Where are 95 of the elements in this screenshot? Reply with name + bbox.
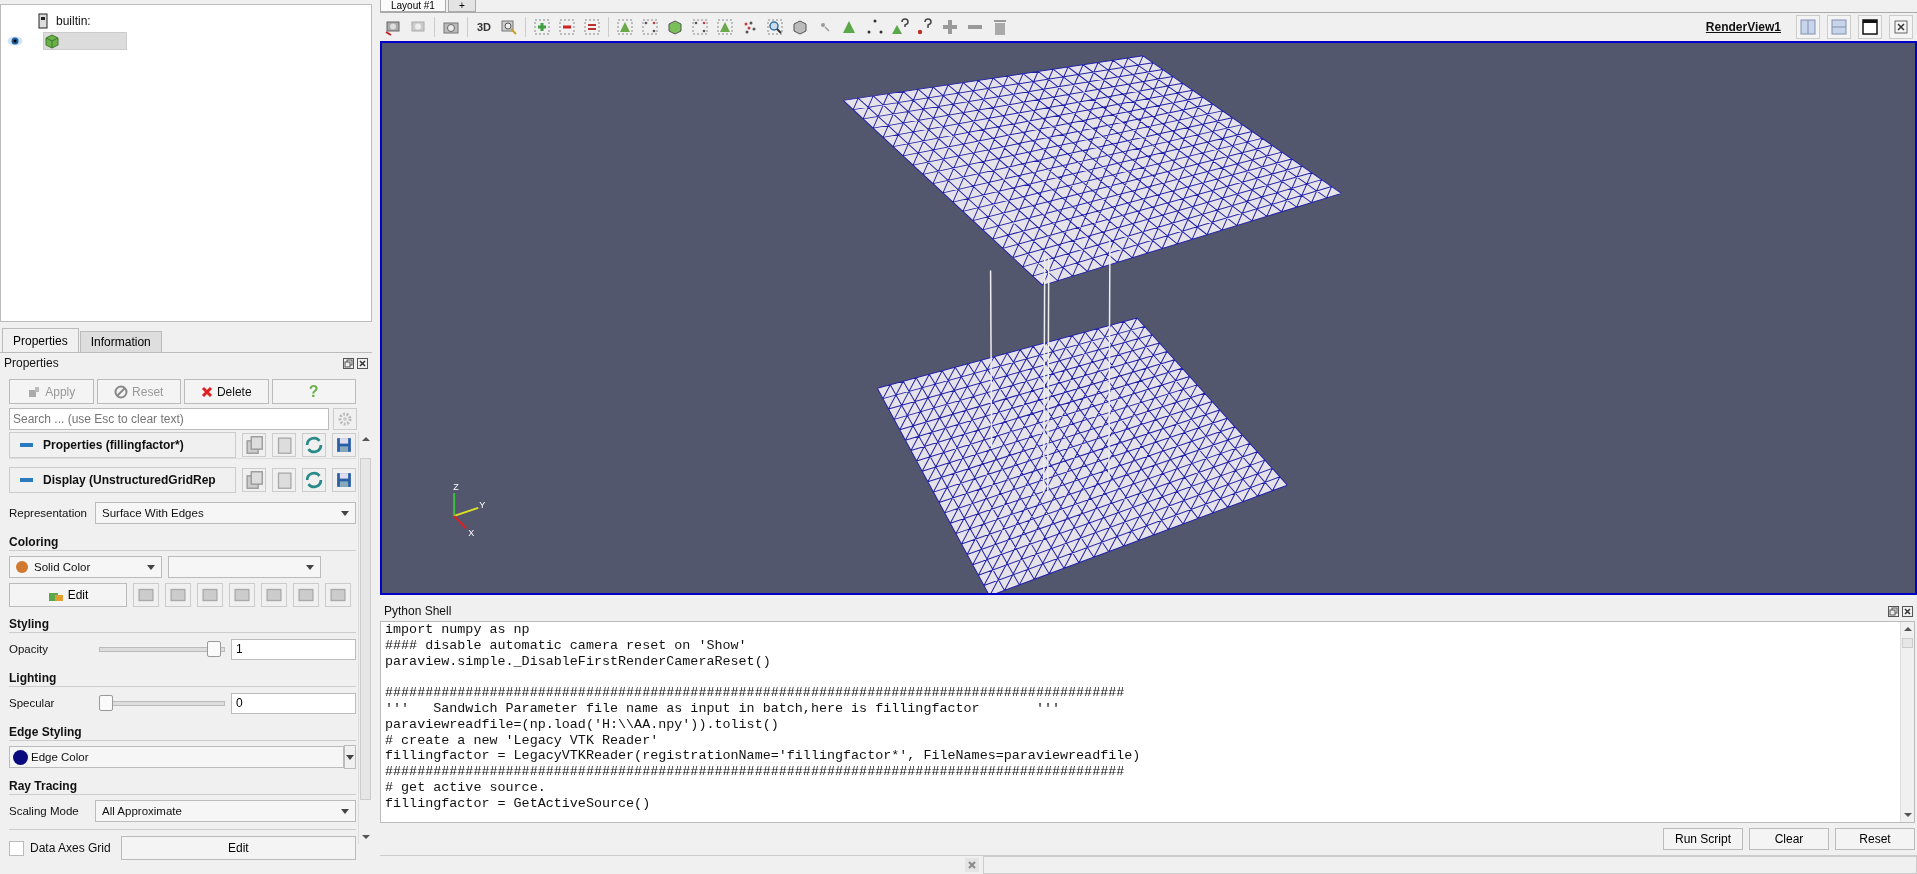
specular-field[interactable]: 0 <box>231 692 356 714</box>
split-horizontal-icon <box>1800 19 1816 35</box>
camera-reset-icon[interactable] <box>384 18 402 36</box>
refresh-icon[interactable] <box>302 468 326 492</box>
split-horizontal-button[interactable] <box>1796 15 1820 39</box>
checkbox[interactable] <box>9 840 24 856</box>
specular-slider[interactable] <box>99 692 225 714</box>
action-button[interactable]: Delete <box>184 379 269 404</box>
panel-tab[interactable]: Properties <box>2 328 79 352</box>
cube-icon <box>44 33 60 49</box>
eye-icon[interactable] <box>7 36 23 46</box>
magnifier-icon[interactable] <box>766 18 785 36</box>
section-header[interactable]: Display (UnstructuredGridRep <box>9 467 236 493</box>
triangle-question-icon[interactable] <box>891 18 910 36</box>
code-line: # get active source. <box>385 779 547 796</box>
close-icon <box>1894 20 1908 34</box>
minus-icon[interactable] <box>558 18 577 36</box>
group-title: Styling <box>9 611 356 633</box>
points-icon[interactable] <box>866 18 885 36</box>
checkbox-label: Data Axes Grid <box>30 841 111 855</box>
group-title: Ray Tracing <box>9 773 356 795</box>
slider-handle[interactable] <box>206 641 221 657</box>
shell-button[interactable]: Run Script <box>1663 828 1743 850</box>
plus-icon[interactable] <box>941 18 960 36</box>
view-title[interactable]: RenderView1 <box>1705 20 1781 34</box>
layout-tab[interactable]: + <box>447 0 476 12</box>
copy-icon[interactable] <box>242 433 266 457</box>
code-line: paraviewreadfile=(np.load('H:\\AA.npy')).tolist() <box>385 716 780 733</box>
plus-icon[interactable] <box>533 18 552 36</box>
layout-tab[interactable]: Layout #1 <box>380 0 446 12</box>
server-icon <box>38 13 48 29</box>
panel-title: Properties <box>4 356 59 370</box>
scrollbar[interactable] <box>1900 622 1914 822</box>
copy-icon[interactable] <box>242 468 266 492</box>
code-line: ############################################################################################ <box>385 685 1126 701</box>
paste-icon[interactable] <box>272 433 296 457</box>
refresh-icon[interactable] <box>302 433 326 457</box>
edit-button[interactable]: Edit <box>9 583 127 607</box>
code-line: fillingfactor = GetActiveSource() <box>385 795 652 812</box>
toggle-3d-button[interactable]: 3D <box>475 21 494 33</box>
save-icon[interactable] <box>332 433 356 457</box>
split-vertical-icon <box>1831 19 1847 35</box>
section-header[interactable]: Properties (fillingfactor*) <box>9 432 236 458</box>
close-icon[interactable] <box>357 357 368 369</box>
representation-dropdown[interactable]: Surface With Edges <box>95 502 356 524</box>
opacity-field[interactable]: 1 <box>231 638 356 660</box>
save-icon[interactable] <box>332 468 356 492</box>
paste-icon[interactable] <box>272 468 296 492</box>
code-line: # create a new 'Legacy VTK Reader' <box>385 732 660 749</box>
restore-icon[interactable] <box>343 357 354 369</box>
search-field[interactable]: Search ... (use Esc to clear text) <box>9 408 329 430</box>
group-title: Lighting <box>9 665 356 687</box>
prohibited-icon <box>114 384 129 399</box>
dotted-square-icon[interactable] <box>691 18 710 36</box>
code-line: paraview.simple._DisableFirstRenderCameraReset() <box>385 653 772 670</box>
code-line: fillingfactor = LegacyVTKReader(registrationName='fillingfactor*', FileNames=paraviewreadfile) <box>385 748 1142 765</box>
field-label: Specular <box>9 697 56 709</box>
dotted-square-icon[interactable] <box>641 18 660 36</box>
pipeline-item[interactable] <box>43 32 127 50</box>
close-icon[interactable] <box>1902 605 1913 617</box>
scaling-mode-dropdown[interactable]: All Approximate <box>95 800 356 822</box>
shell-button[interactable]: Reset <box>1835 828 1915 850</box>
opacity-slider[interactable] <box>99 638 225 660</box>
field-label: Representation <box>9 507 88 519</box>
restore-icon[interactable] <box>1888 605 1899 617</box>
field-label: Opacity <box>9 643 49 655</box>
dot-question-icon[interactable] <box>916 18 935 36</box>
bars-icon[interactable] <box>583 18 602 36</box>
cube-icon[interactable] <box>666 18 685 36</box>
code-line: ############################################################################################ <box>385 764 1126 780</box>
field-label: Scaling Mode <box>9 805 80 817</box>
maximize-icon <box>1862 19 1878 35</box>
shell-button[interactable]: Clear <box>1749 828 1829 850</box>
group-title: Edge Styling <box>9 719 356 741</box>
code-line: #### disable automatic camera reset on 'Show' <box>385 637 748 654</box>
code-line: ''' Sandwich Parameter file name as input in batch,here is fillingfactor ''' <box>385 701 1061 717</box>
cube-icon[interactable] <box>791 18 810 36</box>
panel-tab[interactable]: Information <box>79 331 162 352</box>
edge-color-button[interactable]: Edge Color <box>9 746 344 768</box>
slider-handle[interactable] <box>99 695 113 711</box>
gear-icon <box>338 412 352 426</box>
server-label[interactable]: builtin: <box>56 14 91 28</box>
split-vertical-button[interactable] <box>1827 15 1851 39</box>
code-line: import numpy as np <box>385 622 531 638</box>
coloring-dropdown[interactable]: Solid Color <box>9 556 162 578</box>
maximize-button[interactable] <box>1858 15 1882 39</box>
group-title: Coloring <box>9 529 356 551</box>
close-button[interactable] <box>1889 15 1913 39</box>
component-dropdown[interactable] <box>168 556 321 578</box>
axes-triad-drawing: Z Y X <box>453 482 486 538</box>
panel-title: Python Shell <box>384 604 452 618</box>
render-view[interactable]: Z Y X <box>380 41 1917 595</box>
zoom-icon[interactable] <box>500 18 519 36</box>
edit-button[interactable]: Edit <box>120 836 356 860</box>
cross-icon <box>200 385 213 398</box>
